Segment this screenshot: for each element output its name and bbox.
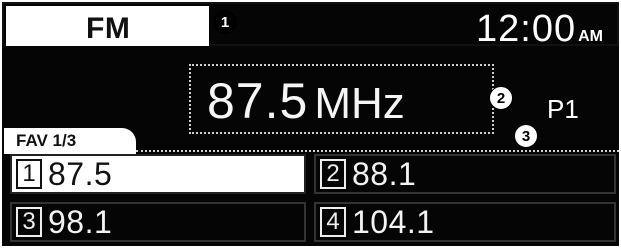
- clock: 12:00 AM: [476, 8, 603, 51]
- preset-indicator: P1: [547, 94, 579, 124]
- preset-number-badge: 4: [320, 207, 346, 237]
- preset-button-4[interactable]: 4 104.1: [314, 202, 616, 242]
- status-bar: FM 12:00 AM: [2, 2, 619, 50]
- clock-ampm: AM: [578, 28, 603, 45]
- preset-frequency: 87.5: [48, 155, 113, 192]
- preset-frequency: 88.1: [352, 155, 417, 192]
- preset-number-badge: 2: [320, 159, 346, 189]
- band-tab[interactable]: FM: [6, 6, 209, 46]
- preset-button-1[interactable]: 1 87.5: [10, 154, 306, 194]
- radio-screen: FM 12:00 AM 1 87.5 MHz 2 P1 FAV 1/3 3 1 87…: [0, 0, 621, 248]
- favorites-page-label: FAV 1/3: [16, 131, 77, 150]
- frequency-readout: 87.5 MHz: [207, 72, 405, 130]
- preset-frequency: 104.1: [352, 203, 435, 240]
- band-label: FM: [86, 12, 131, 45]
- favorites-tab[interactable]: FAV 1/3: [4, 128, 136, 154]
- preset-number-badge: 1: [16, 159, 42, 189]
- clock-time: 12:00: [476, 8, 577, 50]
- favorites-divider: [136, 150, 619, 152]
- preset-button-2[interactable]: 2 88.1: [314, 154, 616, 194]
- callout-3: 3: [514, 124, 538, 148]
- callout-2: 2: [489, 86, 513, 110]
- preset-button-3[interactable]: 3 98.1: [10, 202, 306, 242]
- frequency-value: 87.5: [207, 73, 309, 129]
- preset-number-badge: 3: [16, 207, 42, 237]
- frequency-unit: MHz: [314, 79, 405, 128]
- frequency-display[interactable]: 87.5 MHz: [189, 64, 494, 134]
- preset-frequency: 98.1: [48, 203, 113, 240]
- callout-1: 1: [213, 10, 237, 34]
